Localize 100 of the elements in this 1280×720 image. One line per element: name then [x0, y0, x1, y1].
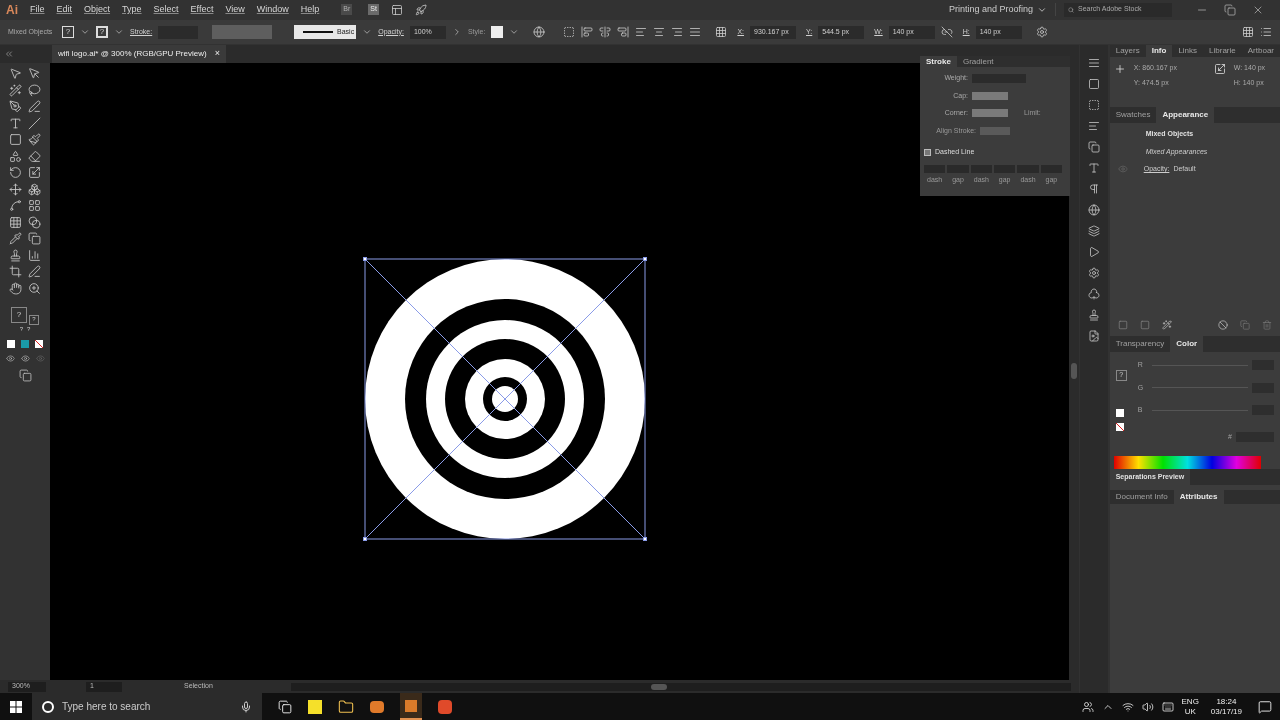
menu-item[interactable]: Window: [250, 2, 295, 17]
folder-icon[interactable]: [338, 698, 354, 715]
caret-icon[interactable]: [114, 27, 124, 37]
selection-arrow-icon[interactable]: [9, 67, 22, 80]
recolor-icon[interactable]: [533, 26, 546, 38]
bar-graph-icon[interactable]: [28, 248, 41, 262]
caret-icon[interactable]: [509, 27, 520, 37]
cap-buttons-drawing[interactable]: [972, 91, 1008, 100]
menu-item[interactable]: View: [219, 2, 251, 17]
paintbrush-icon[interactable]: [28, 133, 41, 146]
shaper-icon[interactable]: [9, 149, 22, 163]
caret-icon[interactable]: [362, 27, 373, 37]
layers-panel-icon[interactable]: [1087, 225, 1100, 237]
menu-item[interactable]: Edit: [50, 2, 79, 17]
language-label[interactable]: ENG: [1181, 696, 1199, 707]
menu-item[interactable]: Type: [116, 2, 148, 17]
horizontal-scrollbar[interactable]: [290, 682, 1071, 691]
align-right-icon[interactable]: [617, 26, 630, 38]
illustrator-app-icon[interactable]: [400, 693, 422, 720]
clock-date[interactable]: 03/17/19: [1210, 706, 1242, 717]
menu-item[interactable]: Object: [78, 2, 117, 17]
scale-icon[interactable]: [28, 166, 41, 179]
menu-item[interactable]: Help: [294, 2, 326, 17]
rotate-icon[interactable]: [9, 166, 22, 179]
none-mode-swatch[interactable]: [35, 339, 43, 348]
panel-tab[interactable]: Artboar: [1241, 45, 1280, 57]
arrange-icon[interactable]: [1242, 26, 1254, 38]
gradient-panel-icon[interactable]: [1087, 78, 1100, 90]
panel-tab[interactable]: Info: [1145, 45, 1173, 57]
transform-panel-icon[interactable]: [1087, 99, 1100, 111]
lasso-icon[interactable]: [28, 83, 41, 97]
align-bottom-icon[interactable]: [671, 26, 684, 38]
none-swatch[interactable]: [1115, 423, 1124, 431]
panel-tab[interactable]: Links: [1172, 45, 1204, 57]
type-icon[interactable]: [9, 116, 22, 130]
draw-mode-icon[interactable]: [5, 353, 15, 363]
taskbar-search-input[interactable]: Type here to search: [62, 699, 232, 714]
sticky-notes-icon[interactable]: [308, 699, 322, 714]
fill-swatch[interactable]: ?: [62, 26, 74, 38]
caret-icon[interactable]: [80, 27, 90, 37]
menu-icon[interactable]: [1260, 26, 1272, 38]
align-top-icon[interactable]: [635, 26, 648, 38]
task-view-icon[interactable]: [278, 699, 292, 714]
line-icon[interactable]: [28, 116, 41, 130]
corner-buttons-drawing[interactable]: [972, 109, 1008, 118]
color-mode-swatch[interactable]: [7, 339, 15, 348]
panel-tab[interactable]: Swatches: [1109, 107, 1157, 123]
menu-item[interactable]: Effect: [184, 2, 220, 17]
paragraph-panel-icon[interactable]: [1087, 183, 1100, 195]
panel-tab[interactable]: Attributes: [1173, 490, 1224, 504]
dashed-line-checkbox[interactable]: [924, 148, 931, 156]
settings-icon[interactable]: [1087, 267, 1100, 279]
taskbar-search-field[interactable]: Type here to search: [32, 693, 262, 720]
panel-tab[interactable]: Librarie: [1203, 45, 1242, 57]
panel-tab[interactable]: Gradient: [956, 56, 1000, 67]
magic-wand-icon[interactable]: [9, 83, 22, 97]
rectangle-icon[interactable]: [9, 133, 22, 146]
transform-options-icon[interactable]: [1035, 26, 1048, 38]
gradient-mode-swatch[interactable]: [21, 339, 29, 348]
media-player-icon[interactable]: [370, 700, 384, 713]
stroke-swatch[interactable]: ?: [96, 26, 108, 38]
variable-width-field[interactable]: [212, 25, 273, 39]
windows-logo-icon[interactable]: [10, 700, 22, 713]
stroke-swatch[interactable]: [1115, 409, 1124, 417]
panel-tab[interactable]: Layers: [1109, 45, 1146, 57]
hand-icon[interactable]: [9, 281, 22, 295]
menu-item[interactable]: Select: [147, 2, 185, 17]
style-swatch[interactable]: [491, 26, 504, 38]
character-panel-icon[interactable]: [1087, 162, 1100, 174]
keyboard-icon[interactable]: [1161, 700, 1174, 713]
clear-appearance-icon[interactable]: [1218, 320, 1228, 330]
align-center-icon[interactable]: [599, 26, 612, 38]
panel-tab[interactable]: Transparency: [1109, 336, 1171, 352]
volume-icon[interactable]: [1141, 700, 1154, 713]
clock-time[interactable]: 18:24: [1216, 696, 1237, 707]
stroke-panel-icon[interactable]: [1087, 57, 1100, 69]
zoom-icon[interactable]: [28, 281, 41, 295]
eraser-icon[interactable]: [28, 149, 41, 163]
panel-tab[interactable]: Stroke: [920, 56, 957, 67]
panel-tab[interactable]: Color: [1170, 336, 1204, 352]
align-left-icon[interactable]: [581, 26, 594, 38]
align-panel-icon[interactable]: [1087, 120, 1100, 132]
recorder-app-icon[interactable]: [438, 699, 452, 714]
pen-icon[interactable]: [9, 100, 22, 113]
align-to-icon[interactable]: [563, 26, 576, 38]
align-middle-icon[interactable]: [653, 26, 666, 38]
artboard-icon[interactable]: [9, 265, 22, 278]
region-label[interactable]: UK: [1184, 706, 1196, 717]
draw-behind-icon[interactable]: [20, 353, 30, 363]
eyedropper-icon[interactable]: [9, 232, 22, 245]
workspace-layout-icon[interactable]: [390, 3, 403, 16]
actions-panel-icon[interactable]: [1087, 246, 1100, 258]
wifi-icon[interactable]: [1121, 700, 1134, 713]
distribute-icon[interactable]: [689, 26, 702, 38]
notification-icon[interactable]: [1258, 699, 1272, 714]
panel-tab[interactable]: Appearance: [1156, 107, 1215, 123]
menu-item[interactable]: File: [24, 2, 51, 17]
rocket-icon[interactable]: [414, 3, 427, 16]
document-tab[interactable]: wifi logo.ai* @ 300% (RGB/GPU Preview) ×: [52, 45, 226, 63]
direct-selection-arrow-icon[interactable]: [28, 67, 41, 80]
